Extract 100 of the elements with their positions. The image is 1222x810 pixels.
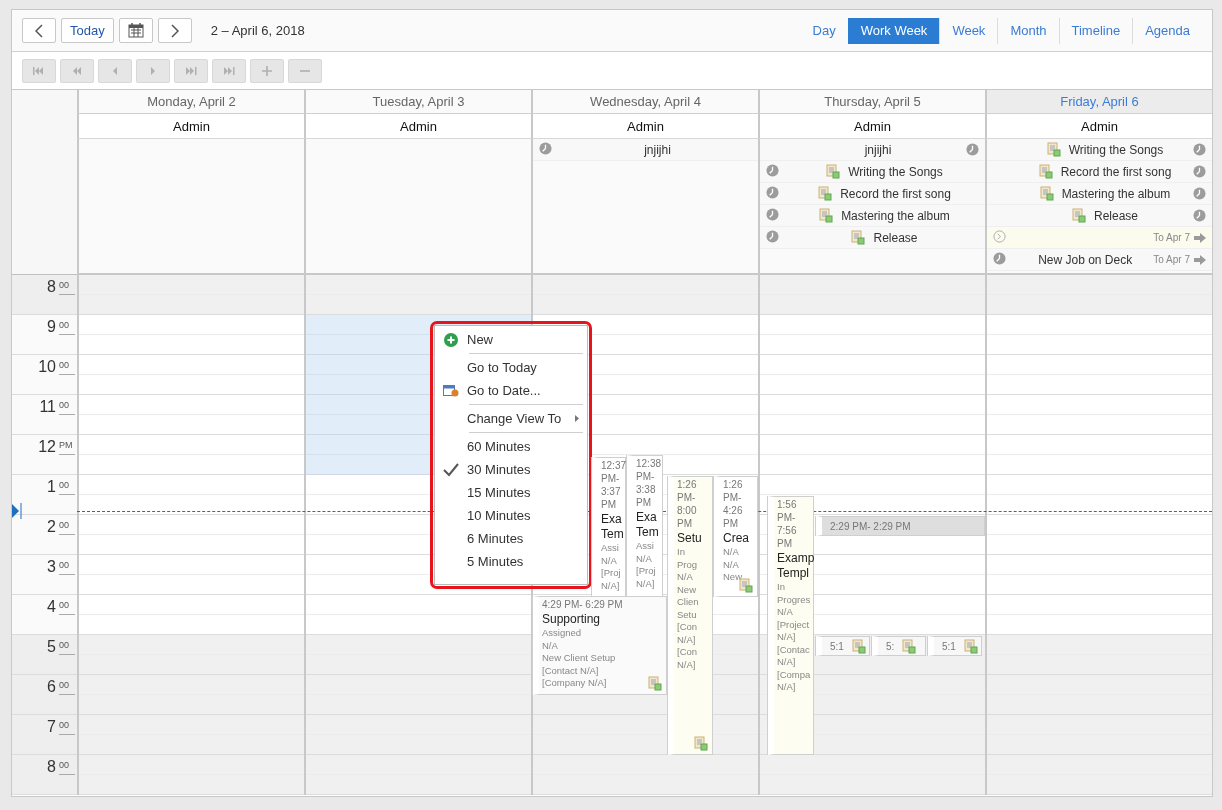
menu-item[interactable]: 60 Minutes [435, 435, 587, 458]
date-picker-button[interactable] [118, 18, 153, 43]
minute-label: 00 [59, 638, 75, 655]
appointment-detail: In [677, 546, 685, 559]
all-day-event[interactable]: Mastering the album [987, 183, 1212, 205]
minus-icon [300, 69, 310, 72]
appointment[interactable]: 1:26 PM- 4:26 PM Crea N/A N/A New [714, 476, 758, 597]
appointment-detail: N/A] [777, 681, 796, 694]
calendar-icon [127, 23, 144, 38]
hour-label: 2 [47, 518, 56, 536]
appointment[interactable]: 12:38 PM- 3:38 PM Exa Tem Assi N/A [Proj N/A] [627, 455, 663, 597]
previous-button[interactable] [22, 18, 56, 43]
view-tab[interactable]: Agenda [1132, 17, 1202, 44]
appointment[interactable]: 1:56 PM- 7:56 PM Examp Templ In Progres N/A [Project N/A] [Contac N/A] [Compa N/A] [768, 496, 814, 755]
all-day-event[interactable]: Record the first song [987, 161, 1212, 183]
view-tab[interactable]: Month [997, 17, 1059, 44]
first-page-icon [33, 66, 45, 75]
day-header: Friday, April 6 [985, 90, 1212, 114]
arrow-right-icon [1194, 232, 1206, 243]
hour-label: 11 [39, 398, 56, 416]
all-day-event[interactable]: Release [987, 205, 1212, 227]
appointment[interactable]: 5:1 [816, 636, 870, 656]
menu-item-label: 10 Minutes [467, 508, 532, 523]
menu-item[interactable]: 5 Minutes [435, 550, 587, 573]
resource-header: Admin [531, 114, 758, 139]
menu-item[interactable]: 10 Minutes [435, 504, 587, 527]
hour-label: 3 [47, 558, 56, 576]
day-header: Tuesday, April 3 [304, 90, 531, 114]
appointment-detail: N/A [777, 606, 793, 619]
hour-label: 6 [47, 678, 56, 696]
appointment-time: 12:37 PM- 3:37 PM [601, 459, 624, 511]
appointment[interactable]: 5:1 [928, 636, 982, 656]
menu-item[interactable]: Go to Date... [435, 379, 587, 402]
menu-item-label: 6 Minutes [467, 531, 525, 546]
appointment-detail: N/A] [777, 631, 796, 644]
minute-label: 00 [59, 518, 75, 535]
appointment-detail: [Compa [777, 668, 811, 681]
menu-item[interactable]: 6 Minutes [435, 527, 587, 550]
day-header: Wednesday, April 4 [531, 90, 758, 114]
appointment-detail: [Proj [601, 567, 621, 580]
menu-item[interactable]: Change View To [435, 407, 587, 430]
menu-item-label: 30 Minutes [467, 462, 532, 477]
appointment-time: 2:29 PM- 2:29 PM [830, 519, 911, 533]
next-icon [150, 66, 156, 75]
day-header: Monday, April 2 [77, 90, 304, 114]
event-title: Writing the Songs [1068, 142, 1164, 157]
appointment[interactable]: 12:37 PM- 3:37 PM Exa Tem Assi N/A [Proj N/A] [592, 457, 626, 597]
view-tab[interactable]: Timeline [1058, 17, 1133, 44]
all-day-event[interactable]: Release [760, 227, 985, 249]
continues-label: To Apr 7 [1153, 254, 1190, 265]
appointment-time: 1:56 PM- 7:56 PM [777, 498, 798, 550]
all-day-event[interactable]: Writing the Songs [760, 161, 985, 183]
menu-item[interactable]: 15 Minutes [435, 481, 587, 504]
hour-label: 8 [47, 278, 56, 296]
view-tab[interactable]: Day [799, 17, 848, 44]
all-day-event[interactable]: Record the first song [760, 183, 985, 205]
appointment-detail: Prog [677, 558, 698, 571]
chevron-right-icon [170, 23, 179, 38]
menu-item[interactable]: New [435, 328, 587, 351]
appointment-detail: N/A [542, 639, 558, 652]
appointment[interactable]: 5: [872, 636, 926, 656]
appointment-detail: Assi [636, 540, 654, 553]
appointment[interactable]: 1:26 PM- 8:00 PM Setu In Prog N/A New Clien Setu [Con N/A] [Con N/A] [668, 476, 713, 755]
date-range: 2 – April 6, 2018 [210, 23, 305, 38]
hour-label: 5 [47, 638, 56, 656]
all-day-event[interactable]: New Job on Deck To Apr 7 [987, 249, 1212, 271]
menu-item[interactable]: 30 Minutes [435, 458, 587, 481]
appointment-detail: N/A [723, 558, 739, 571]
all-day-event[interactable]: Mastering the album [760, 205, 985, 227]
appointment[interactable]: 2:29 PM- 2:29 PM [816, 516, 985, 536]
resource-header: Admin [758, 114, 985, 139]
all-day-event[interactable]: jnjijhi [533, 139, 758, 161]
rewind-icon [72, 66, 82, 75]
all-day-event[interactable]: To Apr 7 [987, 227, 1212, 249]
menu-item-label: New [467, 332, 494, 347]
appointment-detail: Assi [601, 542, 619, 555]
all-day-event[interactable]: Writing the Songs [987, 139, 1212, 161]
event-title: Writing the Songs [848, 164, 943, 179]
current-time-marker [12, 503, 22, 519]
hour-label: 12 [38, 438, 56, 456]
event-title: jnjijhi [644, 142, 671, 157]
today-button[interactable]: Today [61, 18, 114, 43]
menu-item[interactable]: Go to Today [435, 356, 587, 379]
chevron-left-icon [35, 23, 43, 38]
view-tab[interactable]: Work Week [847, 17, 940, 44]
hour-label: 7 [47, 718, 56, 736]
appointment-detail: [Contac [777, 643, 810, 656]
appointment-detail: N/A [723, 546, 739, 559]
previous-icon [112, 66, 118, 75]
appointment-detail: [Con [677, 646, 698, 659]
appointment-detail: N/A] [636, 577, 655, 590]
appointment-detail: N/A [601, 554, 617, 567]
minute-label: 00 [59, 278, 75, 295]
appointment-time: 1:26 PM- 8:00 PM [677, 478, 698, 530]
appointment[interactable]: 4:29 PM- 6:29 PM Supporting Assigned N/A New Client Setup [Contact N/A] [Company N/A] [533, 596, 667, 695]
hour-label: 4 [47, 598, 56, 616]
event-title: New Job on Deck [1038, 252, 1133, 267]
menu-item-label: Go to Date... [467, 383, 542, 398]
view-tab[interactable]: Week [939, 17, 998, 44]
appointment-detail: New [677, 583, 696, 596]
